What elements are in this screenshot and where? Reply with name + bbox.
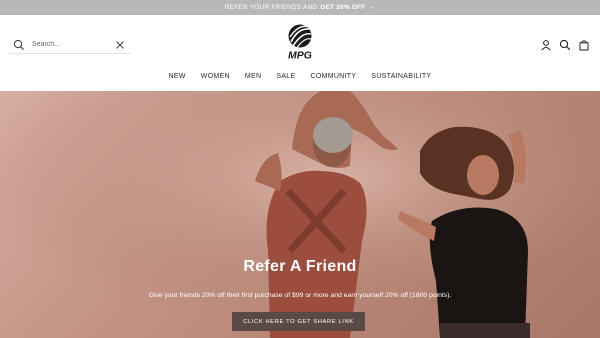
nav-item-new[interactable]: NEW [169,73,186,85]
logo-text: MPG [288,50,312,62]
promo-text: REFER YOUR FRIENDS AND [224,4,318,11]
logo[interactable]: MPG [276,22,324,62]
logo-globe-icon [288,24,312,48]
search-icon[interactable] [559,39,571,51]
nav-item-community[interactable]: COMMUNITY [310,73,356,85]
get-share-link-button[interactable]: CLICK HERE TO GET SHARE LINK [232,312,365,331]
promo-offer[interactable]: GET 20% OFF [320,4,365,11]
hero-image [0,91,600,338]
close-icon[interactable] [115,40,125,50]
nav-item-women[interactable]: WOMEN [201,73,230,85]
account-icon[interactable] [540,39,552,51]
header-icons [540,39,590,51]
promo-arrow-icon: → [368,4,376,11]
site-header: MPG NEW WOMEN MEN SALE COMMUNITY SUSTAIN… [0,15,600,91]
search-bar[interactable] [9,36,131,54]
nav-item-sale[interactable]: SALE [276,73,295,85]
bag-icon[interactable] [578,39,590,51]
hero-title: Refer A Friend [243,258,357,275]
nav-item-men[interactable]: MEN [245,73,261,85]
search-icon [13,39,24,50]
nav-item-sustainability[interactable]: SUSTAINABILITY [371,73,431,85]
hero-description: Give your friends 20% off their first pu… [148,292,452,299]
main-nav: NEW WOMEN MEN SALE COMMUNITY SUSTAINABIL… [0,73,600,85]
promo-bar[interactable]: REFER YOUR FRIENDS AND GET 20% OFF → [0,0,600,15]
search-input[interactable] [32,41,112,48]
hero-banner: Refer A Friend Give your friends 20% off… [0,91,600,338]
